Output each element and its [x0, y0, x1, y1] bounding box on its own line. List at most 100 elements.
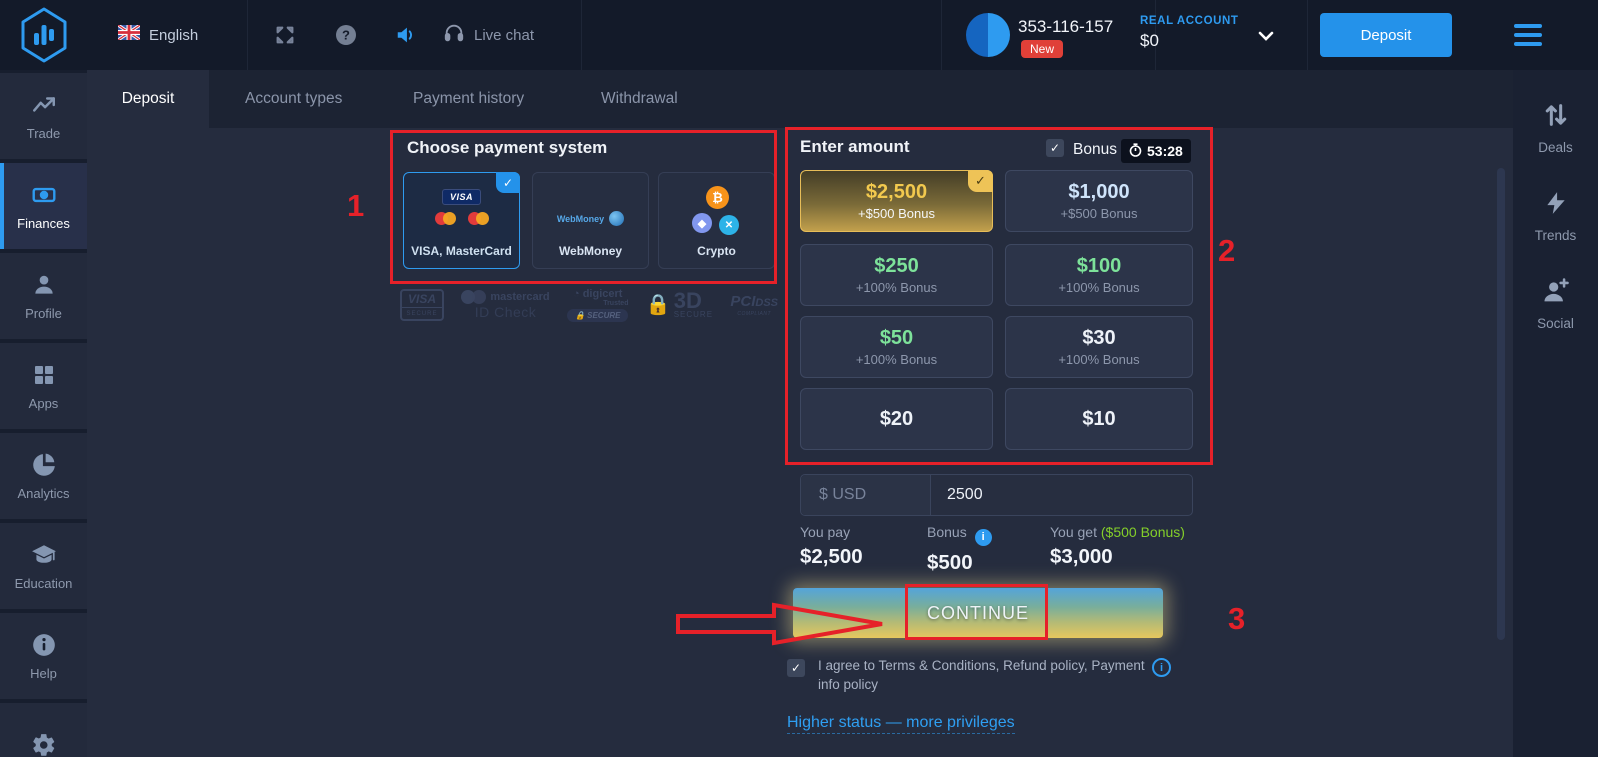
- you-pay-label: You pay: [800, 524, 863, 540]
- maestro-logo: [468, 212, 489, 225]
- pci-dss-badge: PCIDSS COMPLIANT: [730, 293, 778, 317]
- deposit-button[interactable]: Deposit: [1320, 13, 1452, 57]
- amount-option-1000[interactable]: $1,000+$500 Bonus: [1005, 170, 1193, 232]
- amount-option-30[interactable]: $30+100% Bonus: [1005, 316, 1193, 378]
- sidebar-item-label: Analytics: [17, 486, 69, 501]
- bonus-block: Bonus i $500: [927, 524, 992, 575]
- sidebar-item-label: Deals: [1538, 140, 1573, 155]
- selected-check-icon: ✓: [968, 170, 993, 192]
- amount-option-10[interactable]: $10: [1005, 388, 1193, 450]
- help-button[interactable]: ?: [335, 0, 357, 70]
- mastercard-idcheck-badge: mastercard ID Check: [461, 290, 549, 320]
- visa-logo: VISA: [442, 189, 481, 205]
- payment-method-label: WebMoney: [559, 244, 622, 258]
- payment-method-webmoney[interactable]: WebMoney WebMoney: [532, 172, 649, 269]
- account-balance: $0: [1140, 31, 1239, 51]
- account-switcher[interactable]: REAL ACCOUNT $0: [1140, 15, 1239, 51]
- sidebar-item-finances[interactable]: Finances: [0, 163, 87, 249]
- tabbar: Deposit Account types Payment history Wi…: [87, 70, 1513, 128]
- amount-input[interactable]: [931, 475, 1192, 515]
- education-icon: [30, 541, 58, 569]
- add-user-icon: [1541, 277, 1571, 308]
- sidebar-item-apps[interactable]: Apps: [0, 343, 87, 429]
- payment-section-title: Choose payment system: [407, 138, 607, 158]
- chevron-down-icon[interactable]: [1258, 28, 1274, 46]
- live-chat-button[interactable]: Live chat: [443, 0, 534, 70]
- finances-icon: [30, 181, 58, 209]
- amount-option-50[interactable]: $50+100% Bonus: [800, 316, 993, 378]
- tab-label: Payment history: [413, 90, 524, 108]
- apps-icon: [32, 361, 56, 389]
- sidebar-item-analytics[interactable]: Analytics: [0, 433, 87, 519]
- bonus-label: Bonus i: [927, 524, 992, 546]
- you-get-label: You get ($500 Bonus): [1050, 524, 1185, 540]
- payment-method-label: VISA, MasterCard: [411, 244, 512, 258]
- payment-method-visa-mastercard[interactable]: ✓ VISA VISA, MasterCard: [403, 172, 520, 269]
- ethereum-icon: ◆: [692, 213, 712, 233]
- info-icon[interactable]: i: [975, 529, 992, 546]
- mastercard-logo: [435, 212, 456, 225]
- deals-icon: [1542, 101, 1570, 132]
- higher-status-link[interactable]: Higher status — more privileges: [787, 714, 1015, 734]
- app-logo-icon[interactable]: [20, 7, 68, 63]
- you-get-block: You get ($500 Bonus) $3,000: [1050, 524, 1185, 569]
- amount-option-20[interactable]: $20: [800, 388, 993, 450]
- help-icon: [31, 631, 57, 659]
- language-selector[interactable]: English: [118, 0, 198, 70]
- avatar[interactable]: [966, 13, 1010, 57]
- fullscreen-button[interactable]: [274, 0, 296, 70]
- uk-flag-icon: [118, 25, 140, 45]
- sidebar-item-education[interactable]: Education: [0, 523, 87, 609]
- agreement-info-icon[interactable]: i: [1152, 658, 1171, 677]
- scrollbar-thumb[interactable]: [1497, 168, 1505, 640]
- svg-text:?: ?: [342, 28, 350, 43]
- sound-button[interactable]: [395, 0, 417, 70]
- timer-value: 53:28: [1147, 143, 1183, 159]
- agreement-checkbox[interactable]: ✓: [787, 659, 805, 677]
- sidebar-item-label: Apps: [29, 396, 59, 411]
- tab-label: Deposit: [122, 90, 175, 108]
- amount-option-100[interactable]: $100+100% Bonus: [1005, 244, 1193, 306]
- divider: [247, 0, 248, 70]
- annotation-number-2: 2: [1218, 233, 1235, 269]
- agreement-text[interactable]: I agree to Terms & Conditions, Refund po…: [818, 656, 1148, 694]
- sidebar-item-profile[interactable]: Profile: [0, 253, 87, 339]
- live-chat-label: Live chat: [474, 27, 534, 44]
- tab-deposit[interactable]: Deposit: [87, 70, 209, 128]
- sidebar-item-deals[interactable]: Deals: [1513, 84, 1598, 172]
- bonus-checkbox[interactable]: ✓: [1046, 139, 1064, 157]
- sidebar-item-trends[interactable]: Trends: [1513, 172, 1598, 260]
- bitcoin-icon: ₿: [706, 186, 729, 209]
- tab-withdrawal[interactable]: Withdrawal: [591, 70, 688, 128]
- amount-option-250[interactable]: $250+100% Bonus: [800, 244, 993, 306]
- language-label: English: [149, 27, 198, 44]
- divider: [581, 0, 582, 70]
- sidebar-item-label: Social: [1537, 316, 1574, 331]
- you-pay-block: You pay $2,500: [800, 524, 863, 569]
- headset-icon: [443, 22, 465, 48]
- sidebar-item-help[interactable]: Help: [0, 613, 87, 699]
- sidebar-item-social[interactable]: Social: [1513, 260, 1598, 348]
- payment-method-crypto[interactable]: ₿ ◆ ✕ Crypto: [658, 172, 775, 269]
- tab-payment-history[interactable]: Payment history: [403, 70, 534, 128]
- annotation-arrow: [676, 602, 886, 646]
- profile-icon: [31, 271, 57, 299]
- amount-input-group: $ USD: [800, 474, 1193, 516]
- trade-icon: [31, 91, 57, 119]
- bonus-timer: 53:28: [1121, 139, 1191, 163]
- sidebar-item-label: Trends: [1535, 228, 1577, 243]
- payment-method-label: Crypto: [697, 244, 736, 258]
- tab-label: Account types: [245, 90, 342, 108]
- bonus-checkbox-label: Bonus: [1073, 141, 1117, 159]
- sidebar-item-settings[interactable]: [0, 703, 87, 757]
- currency-selector[interactable]: $ USD: [801, 475, 931, 515]
- sidebar-item-label: Profile: [25, 306, 62, 321]
- account-type-label: REAL ACCOUNT: [1140, 15, 1239, 27]
- menu-button[interactable]: [1514, 24, 1542, 46]
- tab-account-types[interactable]: Account types: [235, 70, 352, 128]
- you-pay-value: $2,500: [800, 545, 863, 569]
- sidebar-item-trade[interactable]: Trade: [0, 73, 87, 159]
- amount-option-2500[interactable]: ✓ $2,500+$500 Bonus: [800, 170, 993, 232]
- webmoney-logo: WebMoney: [533, 211, 648, 226]
- you-get-note: ($500 Bonus): [1101, 524, 1185, 540]
